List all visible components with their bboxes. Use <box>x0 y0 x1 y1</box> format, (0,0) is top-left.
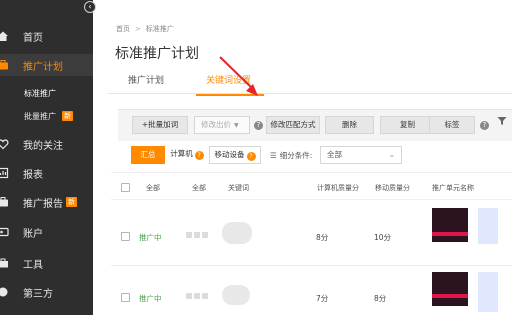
toolbar: +批量加词 修改出价 ▼ ? 修改匹配方式 删除 复制 标签 ? <box>118 109 512 141</box>
sidebar-subitem-standard[interactable]: 标准推广 <box>0 83 93 103</box>
condition-select[interactable]: 全部 ⌄ <box>320 146 402 164</box>
new-badge: 新 <box>62 111 73 121</box>
batch-add-button[interactable]: +批量加词 <box>132 116 188 134</box>
sidebar-item-reports[interactable]: 报表 <box>0 162 93 184</box>
sidebar-subitem-label: 标准推广 <box>24 88 56 98</box>
row-pc-quality: 8分 <box>316 233 329 242</box>
account-icon <box>0 227 9 237</box>
blurred-text <box>202 293 208 299</box>
modify-bid-dropdown[interactable]: 修改出价 ▼ <box>194 116 250 134</box>
creative-thumbnail <box>432 272 468 306</box>
column-header-unit-name[interactable]: 推广单元名称 <box>432 183 474 193</box>
summary-toggle[interactable]: 汇总 <box>131 146 165 164</box>
column-header-all[interactable]: 全部 <box>146 183 160 193</box>
thirdparty-icon <box>0 287 8 297</box>
blurred-text <box>194 293 200 299</box>
tab-bar: 推广计划 关键词设置 <box>108 66 512 94</box>
blurred-block <box>478 272 498 312</box>
chevron-right-icon: > <box>135 25 141 33</box>
blurred-text <box>186 293 192 299</box>
computer-toggle[interactable]: 计算机? <box>167 146 207 164</box>
heart-icon <box>0 139 9 150</box>
sidebar-item-label: 首页 <box>23 32 43 44</box>
sidebar-item-tools[interactable]: 工具 <box>0 252 93 274</box>
thumbnail-stripe <box>432 232 468 236</box>
sidebar-item-label: 第三方 <box>23 288 53 300</box>
sidebar-item-label: 推广计划 <box>23 61 63 73</box>
creative-thumbnail <box>432 208 468 242</box>
help-icon[interactable]: ? <box>254 121 263 130</box>
annotation-arrow <box>219 56 258 96</box>
row-status: 推广中 <box>139 294 162 303</box>
sidebar-item-thirdparty[interactable]: 第三方 <box>0 281 93 303</box>
home-icon <box>0 31 8 41</box>
blurred-text <box>194 232 200 238</box>
condition-select-value: 全部 <box>327 150 342 159</box>
tab-campaigns[interactable]: 推广计划 <box>128 73 164 86</box>
row-checkbox[interactable] <box>121 293 130 302</box>
column-header-keyword[interactable]: 关键词 <box>228 183 249 193</box>
help-icon: ? <box>194 151 204 160</box>
select-all-checkbox[interactable] <box>121 183 130 192</box>
briefcase-icon <box>0 60 8 70</box>
mobile-label: 移动设备 <box>214 150 245 159</box>
sidebar-item-account[interactable]: 账户 <box>0 221 93 243</box>
condition-label-text: 细分条件: <box>279 151 313 160</box>
blurred-text <box>202 232 208 238</box>
toolbox-icon <box>0 258 8 268</box>
sidebar-item-label: 账户 <box>23 228 43 240</box>
sidebar-subitem-batch[interactable]: 批量推广 新 <box>0 106 93 126</box>
blurred-keyword <box>222 222 252 244</box>
chevron-down-icon: ▼ <box>234 122 239 129</box>
chevron-left-icon[interactable]: ‹ <box>84 1 96 13</box>
breadcrumb: 首页 > 标准推广 <box>116 24 174 34</box>
sidebar-item-label: 推广报告 <box>23 198 63 210</box>
sidebar-item-favorites[interactable]: 我的关注 <box>0 133 93 155</box>
condition-label: ☰ 细分条件: <box>270 150 312 161</box>
sidebar-item-promo-report[interactable]: 推广报告 新 <box>0 191 93 213</box>
breadcrumb-current: 标准推广 <box>145 25 174 33</box>
row-checkbox[interactable] <box>121 232 130 241</box>
report-icon <box>0 167 9 179</box>
mobile-toggle[interactable]: 移动设备? <box>209 146 261 164</box>
blurred-keyword <box>222 285 250 305</box>
row-pc-quality: 7分 <box>316 294 329 303</box>
new-badge: 新 <box>66 197 77 207</box>
row-mobile-quality: 8分 <box>374 294 387 303</box>
sidebar-item-label: 我的关注 <box>23 140 63 152</box>
help-icon[interactable]: ? <box>480 121 489 130</box>
tags-button[interactable]: 标签 <box>429 116 475 134</box>
copy-button[interactable]: 复制 <box>380 116 435 134</box>
sidebar-subitem-label: 批量推广 <box>24 111 56 121</box>
sidebar-item-campaigns[interactable]: 推广计划 <box>0 54 93 76</box>
list-icon: ☰ <box>270 151 277 160</box>
column-header-all[interactable]: 全部 <box>192 183 206 193</box>
breadcrumb-home[interactable]: 首页 <box>116 25 130 33</box>
chevron-down-icon: ⌄ <box>388 150 395 159</box>
row-status: 推广中 <box>139 233 162 242</box>
briefcase-icon <box>0 197 8 207</box>
help-icon: ? <box>246 152 256 161</box>
sidebar-item-label: 报表 <box>23 169 43 181</box>
thumbnail-stripe <box>432 294 468 298</box>
page-title: 标准推广计划 <box>115 46 199 62</box>
filter-icon[interactable] <box>497 116 507 126</box>
delete-button[interactable]: 删除 <box>325 116 374 134</box>
table-header: 全部 全部 关键词 计算机质量分 移动质量分 推广单元名称 <box>111 172 512 200</box>
sidebar-item-home[interactable]: 首页 <box>0 25 93 47</box>
column-header-pc-quality[interactable]: 计算机质量分 <box>317 183 359 193</box>
modify-match-button[interactable]: 修改匹配方式 <box>266 116 320 134</box>
blurred-text <box>186 232 192 238</box>
sidebar-item-label: 工具 <box>23 259 43 271</box>
computer-label: 计算机 <box>170 149 193 158</box>
column-header-mobile-quality[interactable]: 移动质量分 <box>375 183 410 193</box>
modify-bid-label: 修改出价 <box>201 120 231 129</box>
row-mobile-quality: 10分 <box>374 233 392 242</box>
blurred-block <box>478 208 498 244</box>
sidebar: 首页 推广计划 标准推广 批量推广 新 我的关注 报表 推广报告 新 账户 工具… <box>0 0 93 315</box>
row-divider <box>111 265 512 266</box>
